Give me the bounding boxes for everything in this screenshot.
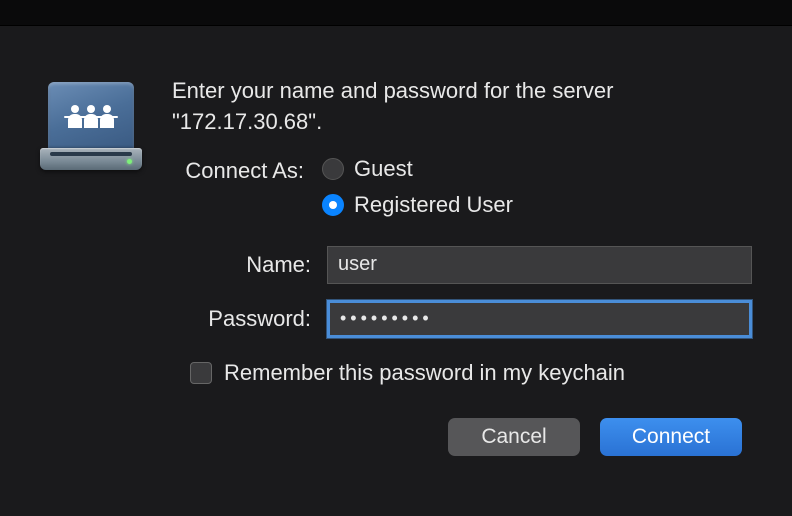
icon-column [40,76,142,456]
connect-as-label: Connect As: [172,156,322,184]
radio-circle-selected-icon [322,194,344,216]
cancel-button[interactable]: Cancel [448,418,580,456]
auth-dialog: Enter your name and password for the ser… [0,26,792,486]
radio-registered-user[interactable]: Registered User [322,192,752,218]
connect-button[interactable]: Connect [600,418,742,456]
radio-circle-icon [322,158,344,180]
name-row: Name: [172,246,752,284]
name-input[interactable] [327,246,752,284]
remember-row: Remember this password in my keychain [190,360,752,386]
button-row: Cancel Connect [172,418,752,456]
name-label: Name: [172,252,327,278]
prompt-text: Enter your name and password for the ser… [172,76,752,138]
remember-checkbox[interactable] [190,362,212,384]
network-drive-icon [40,82,142,170]
password-input[interactable] [327,300,752,338]
content-column: Enter your name and password for the ser… [172,76,752,456]
radio-guest[interactable]: Guest [322,156,752,182]
connect-as-radio-group: Guest Registered User [322,156,752,218]
radio-guest-label: Guest [354,156,413,182]
password-row: Password: [172,300,752,338]
window-title-bar [0,0,792,26]
remember-label: Remember this password in my keychain [224,360,625,386]
radio-registered-label: Registered User [354,192,513,218]
connect-as-row: Connect As: Guest Registered User [172,156,752,218]
password-label: Password: [172,306,327,332]
